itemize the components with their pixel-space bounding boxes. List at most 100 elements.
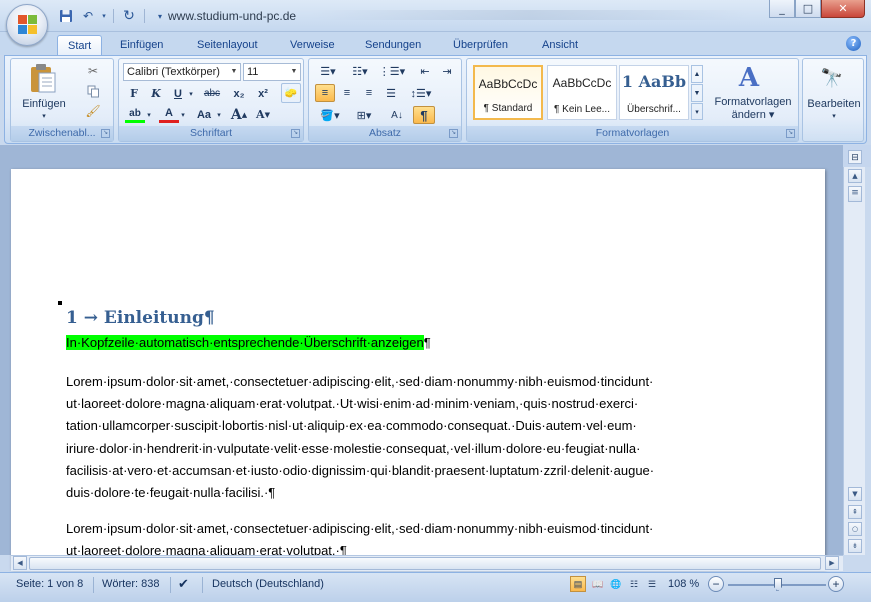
- increase-indent-icon[interactable]: ⇥: [437, 62, 457, 80]
- decrease-indent-icon[interactable]: ⇤: [415, 62, 435, 80]
- draft-icon[interactable]: ☰: [644, 576, 660, 592]
- strikethrough-button[interactable]: abc: [199, 85, 225, 102]
- browse-object-icon[interactable]: ○: [848, 522, 862, 536]
- highlighted-line[interactable]: In·Kopfzeile·automatisch·entsprechende·Ü…: [66, 335, 431, 350]
- full-screen-reading-icon[interactable]: 📖: [590, 576, 606, 592]
- font-launcher-icon[interactable]: ↘: [291, 129, 300, 138]
- paste-icon[interactable]: [21, 61, 65, 95]
- customize-qat-icon[interactable]: ▾: [150, 7, 170, 25]
- tab-seitenlayout[interactable]: Seitenlayout: [187, 35, 268, 55]
- scroll-left-icon[interactable]: ◀: [13, 556, 27, 570]
- scroll-right-icon[interactable]: ▶: [825, 556, 839, 570]
- horizontal-scroll-thumb[interactable]: [29, 557, 821, 570]
- styles-more-icon[interactable]: ▾: [691, 103, 703, 120]
- spelling-check-icon[interactable]: ✔: [178, 576, 189, 592]
- paste-dropdown-icon[interactable]: ▾: [39, 111, 49, 121]
- scroll-up-icon[interactable]: ▲: [848, 169, 862, 183]
- styles-launcher-icon[interactable]: ↘: [786, 129, 795, 138]
- save-icon[interactable]: [56, 7, 76, 25]
- justify-icon[interactable]: ☰: [381, 84, 401, 102]
- change-case-button[interactable]: Aa: [193, 106, 215, 123]
- style-standard[interactable]: AaBbCcDc ¶ Standard: [473, 65, 543, 120]
- close-button[interactable]: ✕: [821, 0, 865, 18]
- styles-scroll-down-icon[interactable]: ▼: [691, 84, 703, 102]
- undo-dropdown-icon[interactable]: ▾: [100, 7, 108, 25]
- subscript-button[interactable]: x₂: [229, 85, 249, 102]
- page-count[interactable]: Seite: 1 von 8: [16, 578, 83, 590]
- font-name-combo[interactable]: Calibri (Textkörper) ▼: [123, 63, 241, 81]
- font-size-combo[interactable]: 11 ▼: [243, 63, 301, 81]
- outline-icon[interactable]: ☷: [626, 576, 642, 592]
- find-binoculars-icon[interactable]: 🔭: [817, 63, 847, 93]
- change-styles-icon[interactable]: A: [729, 63, 769, 93]
- highlight-color-icon[interactable]: ab: [125, 106, 145, 123]
- superscript-button[interactable]: x²: [253, 85, 273, 102]
- previous-page-icon[interactable]: ⇞: [848, 505, 862, 519]
- tab-verweise[interactable]: Verweise: [280, 35, 345, 55]
- bullets-icon[interactable]: ☰▾: [313, 62, 343, 80]
- web-layout-icon[interactable]: 🌐: [608, 576, 624, 592]
- line-spacing-icon[interactable]: ↕☰▾: [407, 84, 435, 102]
- paste-button[interactable]: Einfügen: [13, 97, 75, 111]
- vertical-scrollbar[interactable]: ▲ ≡ ▼ ⇞ ○ ⇟: [843, 167, 865, 555]
- change-styles-button[interactable]: Formatvorlagen: [707, 95, 799, 108]
- font-color-icon[interactable]: A: [159, 106, 179, 123]
- paragraph-launcher-icon[interactable]: ↘: [449, 129, 458, 138]
- styles-scroll-up-icon[interactable]: ▲: [691, 65, 703, 83]
- word-count[interactable]: Wörter: 838: [102, 578, 159, 590]
- style-ueberschrift[interactable]: 1 AaBb Überschrif...: [619, 65, 689, 120]
- maximize-button[interactable]: □: [795, 0, 821, 18]
- clipboard-launcher-icon[interactable]: ↘: [101, 129, 110, 138]
- language[interactable]: Deutsch (Deutschland): [212, 578, 324, 590]
- shading-icon[interactable]: 🪣▾: [315, 106, 345, 124]
- bold-button[interactable]: F: [125, 85, 143, 102]
- tab-ueberpruefen[interactable]: Überprüfen: [443, 35, 518, 55]
- tab-ansicht[interactable]: Ansicht: [532, 35, 588, 55]
- sort-icon[interactable]: A↓: [387, 106, 407, 124]
- zoom-level[interactable]: 108 %: [668, 578, 699, 590]
- underline-dropdown-icon[interactable]: ▾: [187, 85, 195, 102]
- next-page-icon[interactable]: ⇟: [848, 539, 862, 553]
- format-painter-icon[interactable]: 🖌: [85, 103, 101, 119]
- heading-1[interactable]: 1 → Einleitung¶: [66, 308, 215, 328]
- borders-icon[interactable]: ⊞▾: [349, 106, 379, 124]
- style-kein-leerraum[interactable]: AaBbCcDc ¶ Kein Lee...: [547, 65, 617, 120]
- shrink-font-button[interactable]: A ▼: [253, 106, 273, 123]
- editing-dropdown-icon[interactable]: ▾: [829, 111, 839, 121]
- change-styles-button-line2[interactable]: ändern ▾: [707, 108, 799, 121]
- font-size-dropdown-icon[interactable]: ▼: [288, 64, 300, 80]
- scroll-thumb[interactable]: ≡: [848, 186, 862, 202]
- undo-icon[interactable]: ↶: [78, 7, 98, 25]
- print-layout-icon[interactable]: ▤: [570, 576, 586, 592]
- minimize-button[interactable]: _: [769, 0, 795, 18]
- font-name-dropdown-icon[interactable]: ▼: [228, 64, 240, 80]
- document-page[interactable]: 1 → Einleitung¶ In·Kopfzeile·automatisch…: [11, 169, 825, 569]
- redo-icon[interactable]: ↻: [119, 7, 139, 25]
- italic-button[interactable]: K: [147, 85, 165, 102]
- tab-einfuegen[interactable]: Einfügen: [110, 35, 173, 55]
- align-left-icon[interactable]: ≡: [315, 84, 335, 102]
- office-button[interactable]: [6, 4, 48, 46]
- cut-icon[interactable]: ✂: [85, 63, 101, 79]
- tab-start[interactable]: Start: [57, 35, 103, 55]
- scroll-down-icon[interactable]: ▼: [848, 487, 862, 501]
- underline-button[interactable]: U: [169, 85, 187, 102]
- tab-sendungen[interactable]: Sendungen: [355, 35, 431, 55]
- font-color-dropdown-icon[interactable]: ▾: [179, 106, 187, 123]
- grow-font-button[interactable]: A ▲: [229, 106, 249, 123]
- paragraph-1[interactable]: Lorem·ipsum·dolor·sit·amet,·consectetuer…: [66, 371, 726, 504]
- show-formatting-button[interactable]: ¶: [413, 106, 435, 124]
- zoom-in-icon[interactable]: +: [828, 576, 844, 592]
- help-icon[interactable]: ?: [846, 36, 861, 51]
- change-case-dropdown-icon[interactable]: ▾: [215, 106, 223, 123]
- zoom-out-icon[interactable]: −: [708, 576, 724, 592]
- align-right-icon[interactable]: ≡: [359, 84, 379, 102]
- highlight-dropdown-icon[interactable]: ▾: [145, 106, 153, 123]
- multilevel-list-icon[interactable]: ⋮☰▾: [377, 62, 407, 80]
- editing-button[interactable]: Bearbeiten: [803, 97, 865, 111]
- view-ruler-icon[interactable]: ⊟: [848, 150, 862, 164]
- numbering-icon[interactable]: ☷▾: [345, 62, 375, 80]
- horizontal-scrollbar[interactable]: ◀ ▶: [11, 555, 843, 571]
- align-center-icon[interactable]: ≡: [337, 84, 357, 102]
- copy-icon[interactable]: [85, 83, 101, 99]
